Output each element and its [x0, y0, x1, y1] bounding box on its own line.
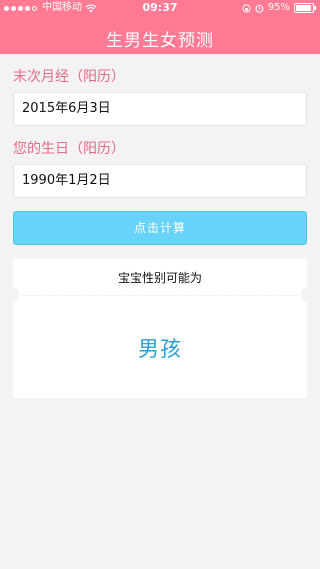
calculate-button[interactable]: 点击计算 [13, 211, 307, 245]
battery-fill [296, 5, 312, 11]
lock-rotation-icon [242, 3, 251, 13]
last-period-label: 末次月经（阳历） [13, 69, 125, 85]
status-right: 95% [242, 0, 316, 16]
result-divider [23, 295, 297, 296]
alarm-icon [255, 4, 264, 13]
battery-percent: 95% [267, 2, 290, 13]
card-notch-right [301, 287, 313, 303]
app-header: 中国移动 09:37 95% 生男生女预测 [0, 0, 320, 54]
card-notch-left [7, 287, 19, 303]
last-period-field[interactable]: 2015年6月3日 [13, 92, 307, 126]
birthday-label: 您的生日（阳历） [13, 141, 125, 157]
battery-icon [294, 3, 316, 13]
status-bar: 中国移动 09:37 95% [0, 0, 320, 16]
birthday-field[interactable]: 1990年1月2日 [13, 164, 307, 198]
result-value: 男孩 [138, 337, 182, 361]
result-title: 宝宝性别可能为 [117, 271, 202, 285]
result-card: 宝宝性别可能为 男孩 [7, 259, 313, 398]
page-title: 生男生女预测 [106, 31, 214, 51]
